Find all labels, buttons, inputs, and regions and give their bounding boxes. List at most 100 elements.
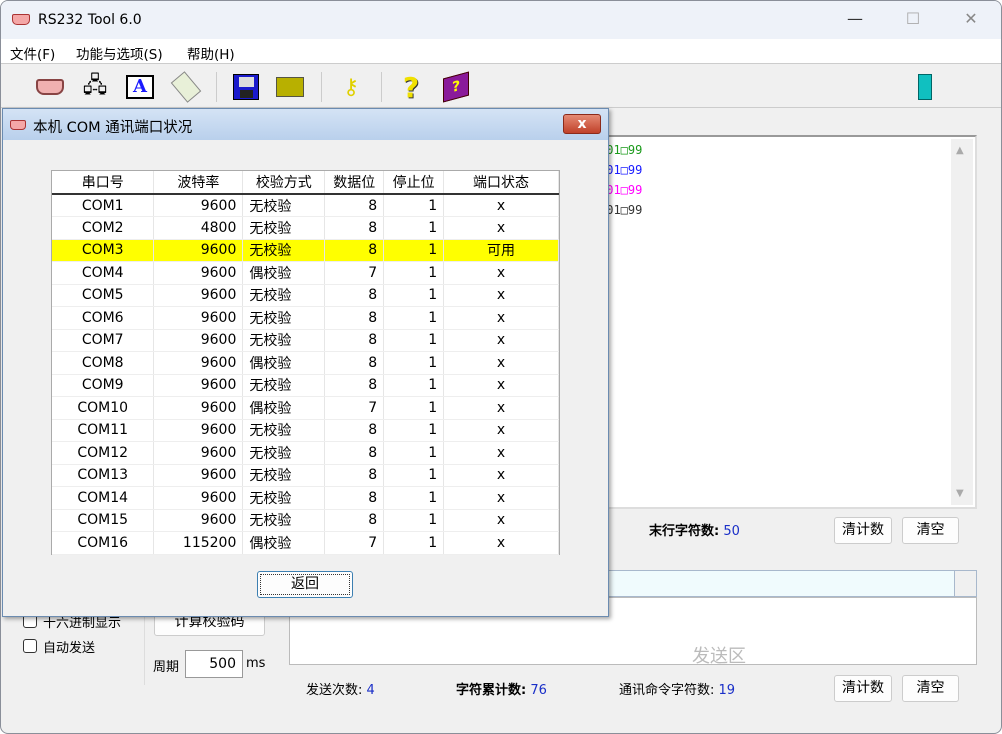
dialog-title-bar: 本机 COM 通讯端口状况 x [3, 109, 608, 140]
table-cell: COM3 [52, 239, 155, 262]
exit-door-icon[interactable] [905, 72, 935, 102]
table-row[interactable]: COM11 9600 无校验 8 1 x [52, 419, 559, 442]
table-cell: x [443, 396, 559, 420]
menu-file[interactable]: 文件(F) [10, 43, 55, 63]
table-cell: 9600 [153, 509, 244, 532]
table-row[interactable]: COM1 9600 无校验 8 1 x [52, 194, 559, 217]
table-cell: x [443, 329, 559, 352]
table-cell: x [443, 261, 559, 285]
table-row[interactable]: COM5 9600 无校验 8 1 x [52, 284, 559, 307]
network-computers-icon[interactable]: 🖧 [80, 72, 110, 102]
table-row[interactable]: COM15 9600 无校验 8 1 x [52, 509, 559, 532]
table-row[interactable]: COM16 115200 偶校验 7 1 x [52, 531, 559, 555]
send-count-value: 4 [366, 683, 375, 698]
table-row[interactable]: COM3 9600 无校验 8 1 可用 [52, 239, 559, 262]
table-cell: 无校验 [242, 374, 326, 397]
text-font-icon[interactable]: A [125, 72, 155, 102]
send-clear-button[interactable]: 清空 [902, 675, 959, 702]
receive-scrollbar[interactable]: ▲ ▼ [951, 139, 973, 505]
table-cell: 9600 [153, 464, 244, 487]
table-cell: 无校验 [242, 194, 326, 217]
table-cell: 1 [383, 531, 445, 555]
table-row[interactable]: COM13 9600 无校验 8 1 x [52, 464, 559, 487]
minimize-button[interactable]: — [833, 9, 877, 33]
table-cell: 1 [383, 261, 445, 285]
key-icon[interactable]: ⚷ [336, 72, 366, 102]
receive-clear-count-button[interactable]: 清计数 [834, 517, 892, 544]
table-cell: 无校验 [242, 441, 326, 465]
table-cell: 1 [383, 509, 445, 532]
table-cell: 8 [324, 509, 385, 532]
table-cell: x [443, 464, 559, 487]
table-cell: 7 [324, 396, 385, 420]
maximize-button[interactable]: ☐ [891, 9, 935, 33]
table-row[interactable]: COM12 9600 无校验 8 1 x [52, 441, 559, 465]
column-header[interactable]: 串口号 [52, 171, 155, 195]
notepad-icon[interactable] [170, 71, 202, 103]
table-row[interactable]: COM7 9600 无校验 8 1 x [52, 329, 559, 352]
table-row[interactable]: COM6 9600 无校验 8 1 x [52, 306, 559, 330]
close-button[interactable]: ✕ [949, 9, 993, 33]
table-cell: 无校验 [242, 306, 326, 330]
last-line-value: 50 [723, 524, 740, 539]
table-cell: 偶校验 [242, 531, 326, 555]
table-row[interactable]: COM14 9600 无校验 8 1 x [52, 486, 559, 510]
receive-clear-button[interactable]: 清空 [902, 517, 959, 544]
table-cell: x [443, 216, 559, 240]
menu-options[interactable]: 功能与选项(S) [76, 43, 163, 63]
send-clear-count-button[interactable]: 清计数 [834, 675, 892, 702]
table-cell: 9600 [153, 261, 244, 285]
cmd-char-label: 通讯命令字符数: [619, 683, 715, 698]
scroll-down-icon[interactable]: ▼ [956, 488, 964, 499]
column-header[interactable]: 波特率 [153, 171, 244, 195]
column-header[interactable]: 数据位 [324, 171, 385, 195]
table-cell: 8 [324, 306, 385, 330]
table-cell: 9600 [153, 351, 244, 375]
app-serial-port-icon [12, 14, 30, 25]
table-row[interactable]: COM4 9600 偶校验 7 1 x [52, 261, 559, 285]
table-cell: 1 [383, 239, 445, 262]
table-cell: 1 [383, 464, 445, 487]
table-cell: 1 [383, 396, 445, 420]
table-cell: 8 [324, 284, 385, 307]
serial-port-icon[interactable] [35, 72, 65, 102]
table-cell: 无校验 [242, 329, 326, 352]
auto-send-checkbox[interactable] [23, 639, 37, 653]
table-cell: COM2 [52, 216, 155, 240]
table-cell: x [443, 306, 559, 330]
help-book-icon[interactable]: ? [441, 71, 471, 103]
table-cell: COM6 [52, 306, 155, 330]
table-cell: 9600 [153, 306, 244, 330]
table-cell: COM9 [52, 374, 155, 397]
table-cell: 9600 [153, 396, 244, 420]
return-button[interactable]: 返回 [257, 571, 353, 598]
scroll-up-icon[interactable]: ▲ [956, 145, 964, 156]
table-cell: 9600 [153, 194, 244, 217]
table-cell: 无校验 [242, 284, 326, 307]
table-cell: 1 [383, 419, 445, 442]
table-cell: 7 [324, 261, 385, 285]
send-count-label: 发送次数: [306, 683, 363, 698]
table-row[interactable]: COM9 9600 无校验 8 1 x [52, 374, 559, 397]
menu-help[interactable]: 帮助(H) [187, 43, 235, 63]
column-header[interactable]: 停止位 [383, 171, 445, 195]
send-dropdown-button[interactable] [954, 571, 976, 596]
table-row[interactable]: COM10 9600 偶校验 7 1 x [52, 396, 559, 420]
table-cell: x [443, 374, 559, 397]
help-question-icon[interactable]: ? [396, 71, 426, 104]
column-header[interactable]: 校验方式 [242, 171, 326, 195]
column-header[interactable]: 端口状态 [443, 171, 559, 195]
table-cell: 1 [383, 351, 445, 375]
dialog-close-button[interactable]: x [563, 114, 601, 134]
table-row[interactable]: COM2 4800 无校验 8 1 x [52, 216, 559, 240]
period-input[interactable]: 500 [185, 650, 243, 678]
save-disk-icon[interactable] [231, 72, 261, 102]
table-row[interactable]: COM8 9600 偶校验 8 1 x [52, 351, 559, 375]
table-cell: 9600 [153, 329, 244, 352]
table-cell: 1 [383, 486, 445, 510]
table-cell: 无校验 [242, 464, 326, 487]
open-folder-icon[interactable] [275, 72, 305, 102]
receive-area[interactable]: 001□99 001□99 001□99 001□99 ▲ ▼ [597, 135, 977, 509]
table-cell: 8 [324, 486, 385, 510]
table-cell: COM10 [52, 396, 155, 420]
